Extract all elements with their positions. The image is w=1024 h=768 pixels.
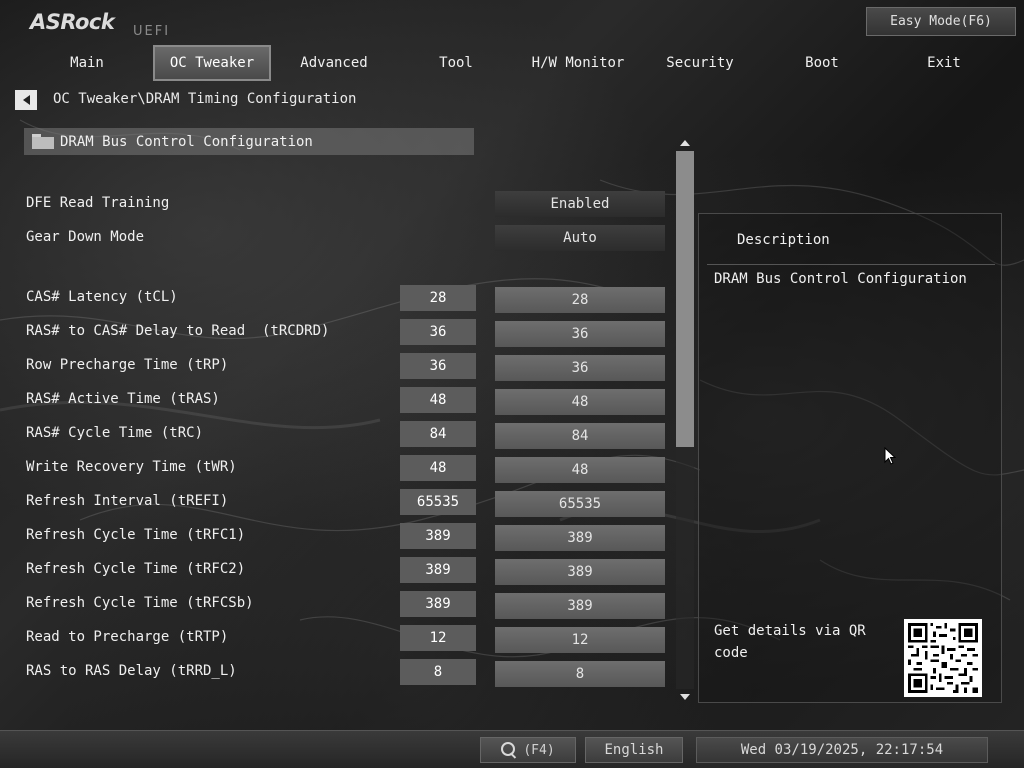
input-trcdrd[interactable]: 36 bbox=[495, 321, 665, 347]
description-title: Description bbox=[737, 232, 830, 248]
back-arrow-icon bbox=[22, 95, 30, 105]
scrollbar[interactable] bbox=[676, 137, 694, 703]
input-trrd-l[interactable]: 8 bbox=[495, 661, 665, 687]
input-trfcsb[interactable]: 389 bbox=[495, 593, 665, 619]
current-trp: 36 bbox=[400, 353, 476, 379]
uefi-label: UEFI bbox=[133, 24, 171, 39]
label-dfe-read-training: DFE Read Training bbox=[26, 195, 170, 211]
language-button[interactable]: English bbox=[585, 737, 683, 763]
current-trfc2: 389 bbox=[400, 557, 476, 583]
description-panel: Description DRAM Bus Control Configurati… bbox=[698, 213, 1002, 703]
select-gear-down-mode[interactable]: Auto bbox=[495, 225, 665, 251]
input-trfc2[interactable]: 389 bbox=[495, 559, 665, 585]
label-trfc2: Refresh Cycle Time (tRFC2) bbox=[26, 561, 246, 577]
scroll-up-arrow-icon bbox=[680, 140, 690, 146]
back-button[interactable] bbox=[15, 90, 37, 110]
input-trefi[interactable]: 65535 bbox=[495, 491, 665, 517]
current-trtp: 12 bbox=[400, 625, 476, 651]
tab-oc-tweaker[interactable]: OC Tweaker bbox=[153, 45, 271, 81]
input-trp[interactable]: 36 bbox=[495, 355, 665, 381]
input-tcl[interactable]: 28 bbox=[495, 287, 665, 313]
input-twr[interactable]: 48 bbox=[495, 457, 665, 483]
label-twr: Write Recovery Time (tWR) bbox=[26, 459, 237, 475]
current-twr: 48 bbox=[400, 455, 476, 481]
label-gear-down-mode: Gear Down Mode bbox=[26, 229, 145, 245]
qr-code-icon bbox=[904, 619, 982, 697]
search-shortcut-label: (F4) bbox=[523, 742, 555, 758]
select-dfe-read-training[interactable]: Enabled bbox=[495, 191, 665, 217]
label-trcdrd: RAS# to CAS# Delay to Read (tRCDRD) bbox=[26, 323, 330, 339]
tab-advanced[interactable]: Advanced bbox=[275, 45, 393, 81]
easy-mode-button[interactable]: Easy Mode(F6) bbox=[866, 7, 1016, 36]
scroll-track[interactable] bbox=[676, 151, 694, 689]
label-tcl: CAS# Latency (tCL) bbox=[26, 289, 178, 305]
scroll-up-button[interactable] bbox=[678, 137, 692, 149]
current-trfcsb: 389 bbox=[400, 591, 476, 617]
breadcrumb: OC Tweaker\DRAM Timing Configuration bbox=[53, 91, 357, 107]
label-trtp: Read to Precharge (tRTP) bbox=[26, 629, 229, 645]
input-trtp[interactable]: 12 bbox=[495, 627, 665, 653]
scroll-thumb[interactable] bbox=[676, 151, 694, 447]
input-trfc1[interactable]: 389 bbox=[495, 525, 665, 551]
current-trefi: 65535 bbox=[400, 489, 476, 515]
section-label: DRAM Bus Control Configuration bbox=[60, 133, 313, 150]
label-trp: Row Precharge Time (tRP) bbox=[26, 357, 229, 373]
scroll-down-button[interactable] bbox=[678, 691, 692, 703]
date-time-display: Wed 03/19/2025, 22:17:54 bbox=[696, 737, 988, 763]
section-dram-bus-control[interactable]: DRAM Bus Control Configuration bbox=[24, 128, 474, 155]
search-icon bbox=[501, 742, 517, 758]
asrock-logo: ASRock bbox=[30, 10, 115, 34]
current-tcl: 28 bbox=[400, 285, 476, 311]
label-trrd-l: RAS to RAS Delay (tRRD_L) bbox=[26, 663, 237, 679]
tab-security[interactable]: Security bbox=[641, 45, 759, 81]
scroll-down-arrow-icon bbox=[680, 694, 690, 700]
tab-hw-monitor[interactable]: H/W Monitor bbox=[519, 45, 637, 81]
label-trefi: Refresh Interval (tREFI) bbox=[26, 493, 229, 509]
qr-caption: Get details via QR code bbox=[714, 623, 866, 661]
current-trc: 84 bbox=[400, 421, 476, 447]
input-trc[interactable]: 84 bbox=[495, 423, 665, 449]
label-trfcsb: Refresh Cycle Time (tRFCSb) bbox=[26, 595, 254, 611]
mouse-cursor-icon bbox=[884, 447, 896, 465]
current-trfc1: 389 bbox=[400, 523, 476, 549]
label-tras: RAS# Active Time (tRAS) bbox=[26, 391, 220, 407]
folder-icon bbox=[32, 134, 54, 149]
search-button[interactable]: (F4) bbox=[480, 737, 576, 763]
label-trfc1: Refresh Cycle Time (tRFC1) bbox=[26, 527, 246, 543]
input-tras[interactable]: 48 bbox=[495, 389, 665, 415]
current-trrd-l: 8 bbox=[400, 659, 476, 685]
tab-boot[interactable]: Boot bbox=[763, 45, 881, 81]
description-divider bbox=[707, 264, 995, 265]
label-trc: RAS# Cycle Time (tRC) bbox=[26, 425, 204, 441]
description-text: DRAM Bus Control Configuration bbox=[714, 271, 967, 287]
tab-tool[interactable]: Tool bbox=[397, 45, 515, 81]
main-tabs: Main OC Tweaker Advanced Tool H/W Monito… bbox=[28, 45, 1018, 81]
tab-main[interactable]: Main bbox=[28, 45, 146, 81]
current-trcdrd: 36 bbox=[400, 319, 476, 345]
current-tras: 48 bbox=[400, 387, 476, 413]
footer-bar: (F4) English Wed 03/19/2025, 22:17:54 bbox=[0, 730, 1024, 768]
tab-exit[interactable]: Exit bbox=[885, 45, 1003, 81]
